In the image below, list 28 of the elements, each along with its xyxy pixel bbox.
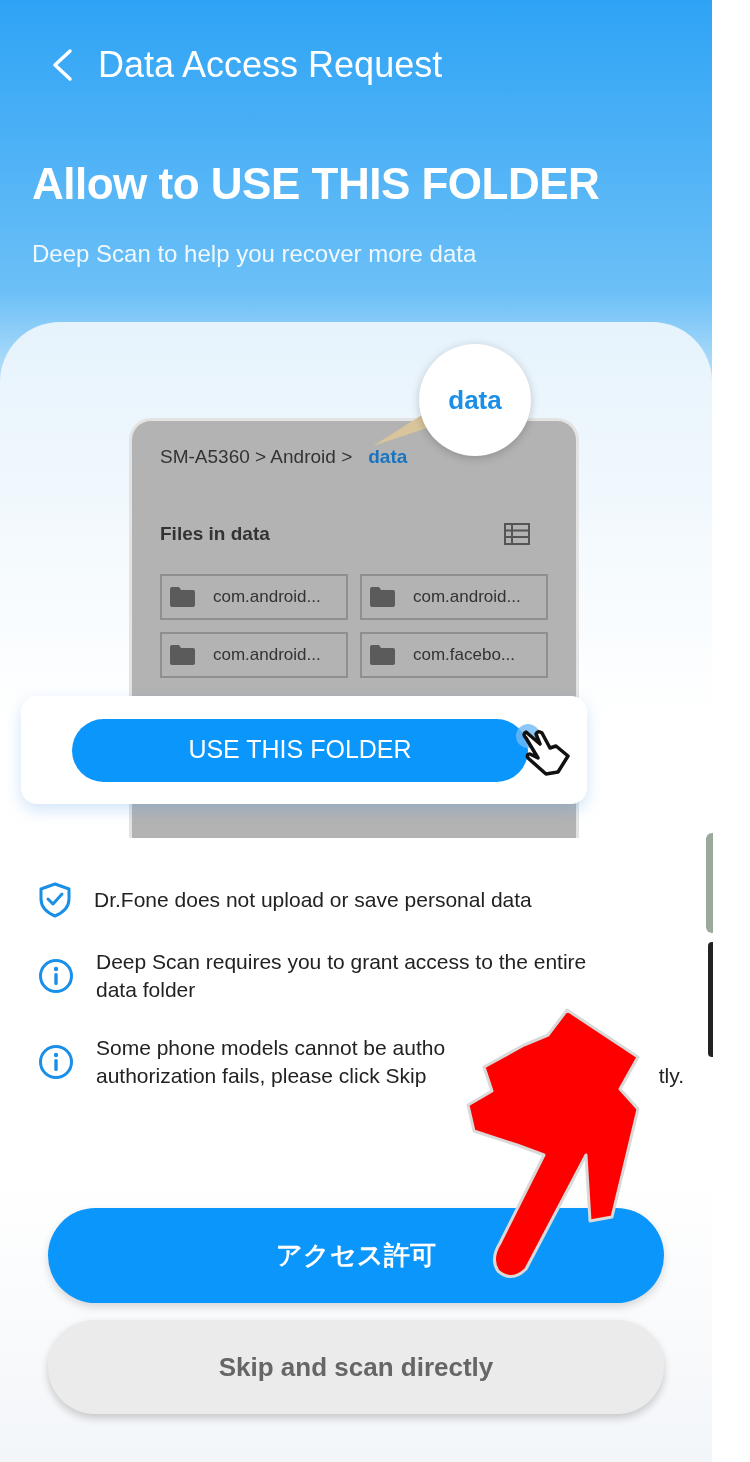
allow-access-button[interactable]: アクセス許可 xyxy=(48,1208,664,1303)
breadcrumb-path: SM-A5360 > Android > xyxy=(160,445,353,469)
note-text: tly. xyxy=(658,1063,684,1089)
folder-item: com.android... xyxy=(160,574,348,620)
note-text: data folder xyxy=(96,977,196,1003)
folder-icon xyxy=(370,645,395,665)
note-text: Dr.Fone does not upload or save personal data xyxy=(94,887,532,913)
skip-button[interactable]: Skip and scan directly xyxy=(48,1320,664,1414)
list-view-icon xyxy=(504,522,530,545)
note-text: Deep Scan requires you to grant access to the entire xyxy=(96,949,587,975)
info-icon xyxy=(38,1044,74,1080)
headline: Allow to USE THIS FOLDER xyxy=(32,162,601,206)
folder-icon xyxy=(370,587,395,607)
folder-icon xyxy=(170,645,195,665)
folder-icon xyxy=(170,587,195,607)
note-text: Some phone models cannot be autho xyxy=(96,1035,446,1061)
subtitle: Deep Scan to help you recover more data xyxy=(32,239,478,269)
shield-check-icon xyxy=(38,882,72,918)
breadcrumb-current: data xyxy=(368,445,408,469)
files-heading: Files in data xyxy=(160,521,270,546)
folder-item: com.android... xyxy=(360,574,548,620)
folder-item: com.facebo... xyxy=(360,632,548,678)
callout-bubble: data xyxy=(419,344,531,456)
folder-item: com.android... xyxy=(160,632,348,678)
note-text: authorization fails, please click Skip xyxy=(96,1063,427,1089)
info-icon xyxy=(38,958,74,994)
back-icon[interactable] xyxy=(50,48,74,82)
page-title: Data Access Request xyxy=(98,43,443,87)
